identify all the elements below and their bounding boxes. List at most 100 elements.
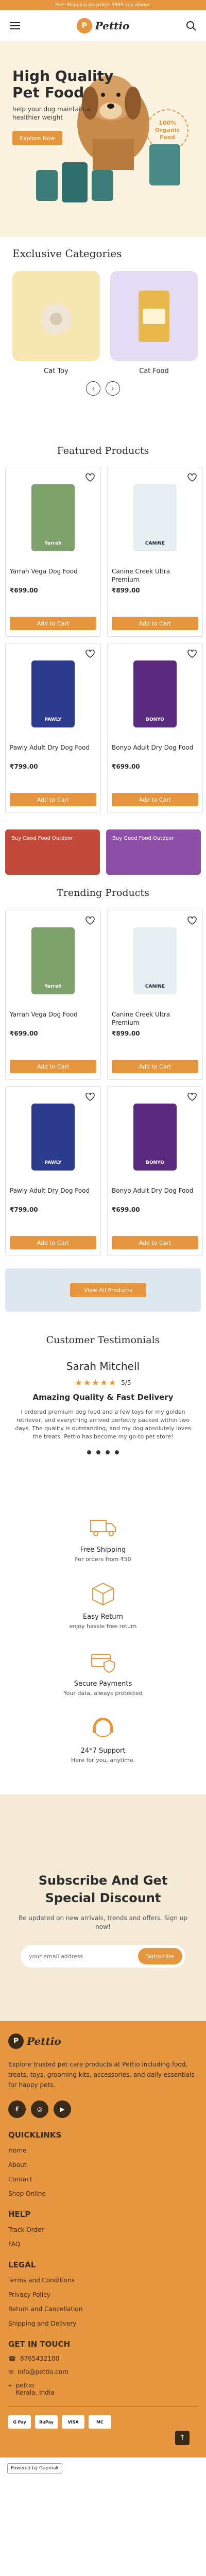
brand-logo[interactable]: P Pettio [76,18,129,33]
product-name[interactable]: Canine Creek Ultra Premium [112,567,198,584]
wishlist-heart-icon[interactable] [187,472,197,483]
category-card[interactable]: Cat Food [110,271,198,375]
contact-address: ⌖ pettio Kerala, India [8,2382,198,2396]
add-to-cart-button[interactable]: Add to Cart [112,793,198,806]
product-image[interactable]: BONYO [112,653,198,735]
product-card[interactable]: PAWLY Pawly Adult Dry Dog Food ₹799.00 Add … [5,1086,101,1256]
instagram-icon[interactable]: ◎ [31,2100,48,2118]
wishlist-heart-icon[interactable] [85,472,95,483]
bag-label: BONYO [146,1160,164,1165]
carousel-dot[interactable] [106,1450,110,1454]
subscribe-button[interactable]: Subscribe [138,1948,182,1964]
mail-icon: ✉ [8,2368,14,2376]
product-name[interactable]: Pawly Adult Dry Dog Food [10,1187,96,1203]
product-image[interactable]: Yarrah [10,477,96,559]
feature-title: Secure Payments [74,1680,132,1688]
review-quote: I ordered premium dog food and a few toy… [15,1409,191,1440]
prev-arrow-icon[interactable]: ‹ [86,381,100,396]
product-card[interactable]: Yarrah Yarrah Vega Dog Food ₹699.00 Add to … [5,910,101,1080]
categories-title: Exclusive Categories [12,247,122,260]
powered-by-badge[interactable]: Powered by Gapmak [7,2463,62,2473]
carousel-dot[interactable] [96,1450,100,1454]
product-card[interactable]: PAWLY Pawly Adult Dry Dog Food ₹799.00 Add … [5,643,101,813]
star-rating-icon: ★★★★★ [75,1378,117,1387]
footer-link-track-order[interactable]: Track Order [8,2226,198,2233]
product-name[interactable]: Yarrah Vega Dog Food [10,1010,96,1027]
carousel-dot[interactable] [115,1450,119,1454]
add-to-cart-button[interactable]: Add to Cart [112,1060,198,1073]
product-price: ₹899.00 [112,587,140,594]
product-card[interactable]: CANINE Canine Creek Ultra Premium ₹899.00 A… [107,910,203,1080]
legal-heading: LEGAL [8,2260,36,2269]
product-image[interactable]: PAWLY [10,653,96,735]
category-label: Cat Toy [44,367,68,375]
add-to-cart-button[interactable]: Add to Cart [112,1236,198,1249]
footer-link-home[interactable]: Home [8,2147,198,2154]
footer-link-contact[interactable]: Contact [8,2176,198,2183]
footer-description: Explore trusted pet care products at Pet… [8,2061,195,2089]
add-to-cart-button[interactable]: Add to Cart [112,617,198,630]
wishlist-heart-icon[interactable] [187,1092,197,1102]
wishlist-heart-icon[interactable] [85,649,95,659]
contact-email[interactable]: ✉ info@pettio.com [8,2368,198,2376]
search-icon[interactable] [184,19,198,32]
category-label: Cat Food [139,367,169,375]
product-image[interactable]: PAWLY [10,1096,96,1178]
add-to-cart-button[interactable]: Add to Cart [10,617,96,630]
product-card[interactable]: CANINE Canine Creek Ultra Premium ₹899.00 A… [107,467,203,637]
promo-text: Buy Good Food Outdoor [11,836,73,841]
wishlist-heart-icon[interactable] [187,916,197,926]
footer-link-shop[interactable]: Shop Online [8,2190,198,2197]
subscribe-title: Subscribe And Get Special Discount [38,1873,168,1905]
add-to-cart-button[interactable]: Add to Cart [10,1236,96,1249]
view-all-button[interactable]: View All Products [70,1283,146,1297]
product-card[interactable]: BONYO Bonyo Adult Dry Dog Food ₹699.00 Add … [107,1086,203,1256]
footer-link-about[interactable]: About [8,2161,198,2168]
product-price: ₹699.00 [112,1206,140,1213]
product-name[interactable]: Bonyo Adult Dry Dog Food [112,743,198,760]
add-to-cart-button[interactable]: Add to Cart [10,793,96,806]
review-heading: Amazing Quality & Fast Delivery [32,1393,174,1402]
contact-phone[interactable]: ☎ 8765432100 [8,2355,198,2362]
product-name[interactable]: Canine Creek Ultra Premium [112,1010,198,1027]
product-card[interactable]: BONYO Bonyo Adult Dry Dog Food ₹699.00 Add … [107,643,203,813]
product-image[interactable]: CANINE [112,920,198,1002]
footer-link-shipping[interactable]: Shipping and Delivery [8,2320,198,2327]
trending-section: Trending Products Yarrah Yarrah Vega Dog … [0,875,206,1256]
banner-strip: View All Products [5,1268,201,1312]
promo-card[interactable]: Buy Good Food Outdoor [5,829,100,875]
facebook-icon[interactable]: f [8,2100,26,2118]
youtube-icon[interactable]: ▶ [54,2100,71,2118]
carousel-dot[interactable] [87,1450,91,1454]
product-image[interactable]: BONYO [112,1096,198,1178]
footer-link-faq[interactable]: FAQ [8,2241,198,2248]
next-arrow-icon[interactable]: › [106,381,120,396]
category-card[interactable]: Cat Toy [12,271,100,375]
back-to-top-icon[interactable]: ↑ [175,2431,190,2445]
product-name[interactable]: Yarrah Vega Dog Food [10,567,96,584]
product-price: ₹699.00 [112,763,140,770]
footer-link-returns[interactable]: Return and Cancellation [8,2306,198,2313]
footer-link-terms[interactable]: Terms and Conditions [8,2277,198,2284]
email-input[interactable] [29,1953,122,1960]
promo-card[interactable]: Buy Good Food Outdoor [106,829,201,875]
product-card[interactable]: Yarrah Yarrah Vega Dog Food ₹699.00 Add to … [5,467,101,637]
product-name[interactable]: Bonyo Adult Dry Dog Food [112,1187,198,1203]
explore-now-button[interactable]: Explore Now [12,131,62,145]
cat-food-image [110,271,198,361]
footer-link-privacy[interactable]: Privacy Policy [8,2291,198,2298]
announcement-bar: Free Shipping on orders ₹999 and above. [0,0,206,10]
product-image[interactable]: Yarrah [10,920,96,1002]
mastercard-icon: MC [89,2415,111,2429]
product-can [62,162,88,202]
feature-item: Easy Return enjoy hassle free return [0,1578,206,1630]
add-to-cart-button[interactable]: Add to Cart [10,1060,96,1073]
product-bag: PAWLY [31,1104,75,1171]
wishlist-heart-icon[interactable] [187,649,197,659]
menu-icon[interactable] [8,19,22,32]
product-image[interactable]: CANINE [112,477,198,559]
product-name[interactable]: Pawly Adult Dry Dog Food [10,743,96,760]
footer-logo[interactable]: P Pettio [8,2033,198,2049]
wishlist-heart-icon[interactable] [85,916,95,926]
wishlist-heart-icon[interactable] [85,1092,95,1102]
